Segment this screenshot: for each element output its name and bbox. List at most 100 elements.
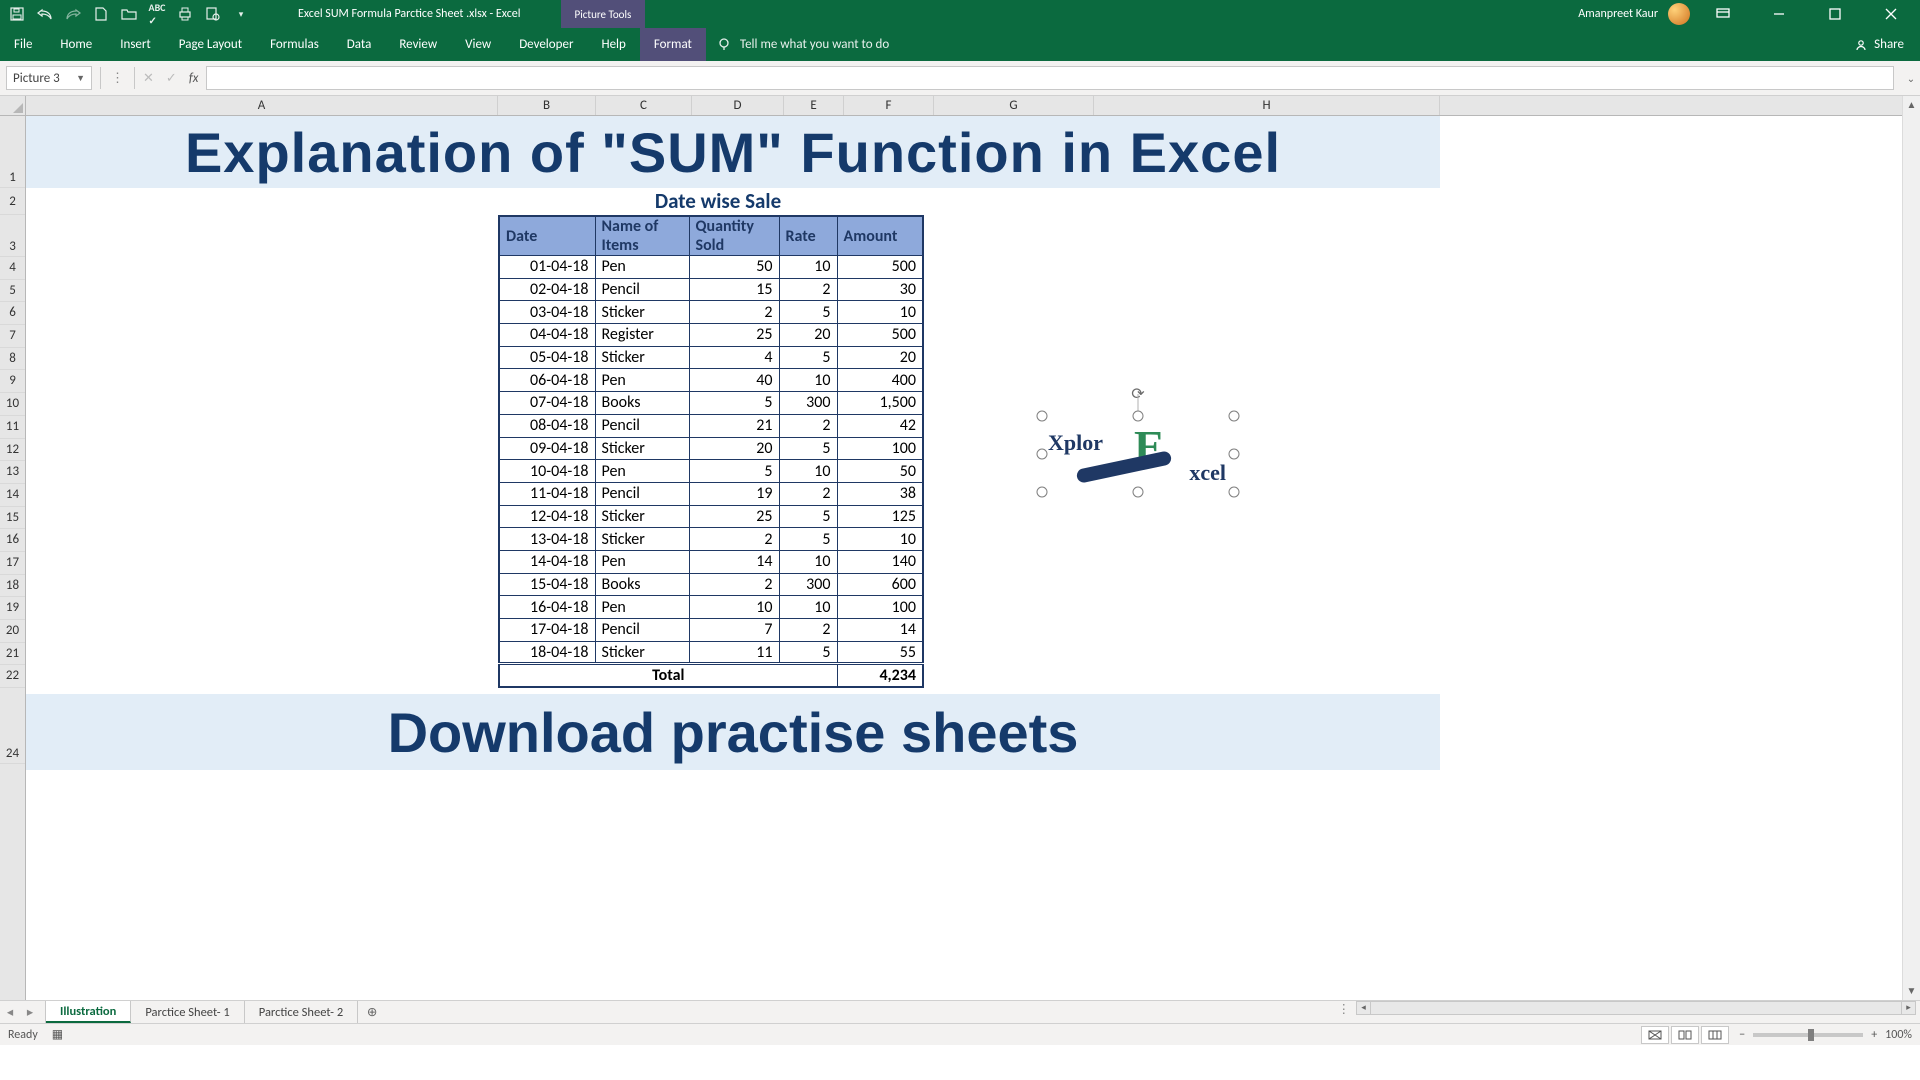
cell-qty[interactable]: 7 xyxy=(689,619,779,642)
cell-amount[interactable]: 20 xyxy=(837,346,923,369)
cell-rate[interactable]: 10 xyxy=(779,256,837,279)
cell-date[interactable]: 10-04-18 xyxy=(499,460,595,483)
spellcheck-icon[interactable]: ABC✓ xyxy=(148,5,166,23)
row-header-21[interactable]: 21 xyxy=(0,643,25,666)
cell-qty[interactable]: 25 xyxy=(689,505,779,528)
minimize-icon[interactable] xyxy=(1756,0,1802,28)
sheet-nav-next-icon[interactable]: ▸ xyxy=(20,1001,40,1023)
cell-amount[interactable]: 400 xyxy=(837,369,923,392)
cell-item[interactable]: Pen xyxy=(595,460,689,483)
scroll-left-icon[interactable]: ◂ xyxy=(1357,1002,1371,1014)
cell-qty[interactable]: 2 xyxy=(689,573,779,596)
cell-date[interactable]: 12-04-18 xyxy=(499,505,595,528)
tell-me[interactable]: Tell me what you want to do xyxy=(716,37,889,53)
sheet-tab-parctice-sheet-1[interactable]: Parctice Sheet- 1 xyxy=(131,1001,244,1023)
cell-rate[interactable]: 2 xyxy=(779,619,837,642)
cell-item[interactable]: Pen xyxy=(595,550,689,573)
cell-amount[interactable]: 30 xyxy=(837,278,923,301)
row-header-13[interactable]: 13 xyxy=(0,461,25,484)
cell-amount[interactable]: 1,500 xyxy=(837,392,923,415)
close-icon[interactable] xyxy=(1868,0,1914,28)
cell-rate[interactable]: 5 xyxy=(779,346,837,369)
cell-item[interactable]: Register xyxy=(595,324,689,347)
column-header-E[interactable]: E xyxy=(784,96,844,115)
cell-rate[interactable]: 300 xyxy=(779,392,837,415)
expand-formula-bar-icon[interactable]: ⌄ xyxy=(1902,72,1920,85)
row-header-8[interactable]: 8 xyxy=(0,348,25,371)
column-header-H[interactable]: H xyxy=(1094,96,1440,115)
cell-date[interactable]: 16-04-18 xyxy=(499,596,595,619)
cell-qty[interactable]: 25 xyxy=(689,324,779,347)
scroll-right-icon[interactable]: ▸ xyxy=(1901,1002,1915,1014)
cell-rate[interactable]: 10 xyxy=(779,369,837,392)
cell-item[interactable]: Sticker xyxy=(595,437,689,460)
scroll-down-icon[interactable]: ▼ xyxy=(1903,982,1920,1000)
ribbon-tab-insert[interactable]: Insert xyxy=(106,28,165,61)
cell-amount[interactable]: 38 xyxy=(837,482,923,505)
sheet-nav-prev-icon[interactable]: ◂ xyxy=(0,1001,20,1023)
cell-qty[interactable]: 11 xyxy=(689,641,779,664)
cell-date[interactable]: 11-04-18 xyxy=(499,482,595,505)
zoom-percent[interactable]: 100% xyxy=(1885,1028,1912,1042)
column-header-G[interactable]: G xyxy=(934,96,1094,115)
cell-rate[interactable]: 300 xyxy=(779,573,837,596)
cell-date[interactable]: 17-04-18 xyxy=(499,619,595,642)
ribbon-tab-home[interactable]: Home xyxy=(46,28,106,61)
column-headers[interactable]: ABCDEFGH xyxy=(26,96,1920,116)
maximize-icon[interactable] xyxy=(1812,0,1858,28)
cell-amount[interactable]: 600 xyxy=(837,573,923,596)
macro-record-icon[interactable]: ▦ xyxy=(52,1027,63,1042)
cell-rate[interactable]: 10 xyxy=(779,460,837,483)
cell-rate[interactable]: 5 xyxy=(779,641,837,664)
ribbon-tab-developer[interactable]: Developer xyxy=(505,28,587,61)
print-preview-icon[interactable] xyxy=(204,5,222,23)
cell-date[interactable]: 06-04-18 xyxy=(499,369,595,392)
cell-amount[interactable]: 100 xyxy=(837,437,923,460)
column-header-F[interactable]: F xyxy=(844,96,934,115)
cell-date[interactable]: 08-04-18 xyxy=(499,414,595,437)
cell-item[interactable]: Pen xyxy=(595,369,689,392)
row-header-10[interactable]: 10 xyxy=(0,393,25,416)
cancel-entry-icon[interactable]: ✕ xyxy=(143,71,154,86)
cell-qty[interactable]: 50 xyxy=(689,256,779,279)
row-header-18[interactable]: 18 xyxy=(0,575,25,598)
column-header-D[interactable]: D xyxy=(692,96,784,115)
cell-date[interactable]: 13-04-18 xyxy=(499,528,595,551)
cell-item[interactable]: Sticker xyxy=(595,505,689,528)
confirm-entry-icon[interactable]: ✓ xyxy=(166,71,177,86)
scroll-up-icon[interactable]: ▲ xyxy=(1903,96,1920,114)
row-header-14[interactable]: 14 xyxy=(0,484,25,507)
ribbon-tab-view[interactable]: View xyxy=(451,28,505,61)
cell-date[interactable]: 03-04-18 xyxy=(499,301,595,324)
qat-customize-icon[interactable]: ▾ xyxy=(232,5,250,23)
cell-rate[interactable]: 10 xyxy=(779,596,837,619)
insert-function-icon[interactable]: fx xyxy=(189,71,199,86)
cell-amount[interactable]: 500 xyxy=(837,324,923,347)
ribbon-tab-review[interactable]: Review xyxy=(385,28,451,61)
cell-qty[interactable]: 2 xyxy=(689,528,779,551)
row-header-5[interactable]: 5 xyxy=(0,280,25,303)
cell-date[interactable]: 07-04-18 xyxy=(499,392,595,415)
column-header-B[interactable]: B xyxy=(498,96,596,115)
cell-amount[interactable]: 50 xyxy=(837,460,923,483)
cell-rate[interactable]: 5 xyxy=(779,437,837,460)
name-box-dropdown-icon[interactable]: ▼ xyxy=(76,73,85,84)
row-header-9[interactable]: 9 xyxy=(0,370,25,393)
user-avatar[interactable] xyxy=(1668,3,1690,25)
name-box[interactable]: Picture 3 ▼ xyxy=(6,66,92,90)
cell-amount[interactable]: 100 xyxy=(837,596,923,619)
column-header-A[interactable]: A xyxy=(26,96,498,115)
row-header-1[interactable]: 1 xyxy=(0,116,25,188)
cell-qty[interactable]: 19 xyxy=(689,482,779,505)
cell-qty[interactable]: 20 xyxy=(689,437,779,460)
selected-picture[interactable]: ⟳ Xplor E xcel xyxy=(1042,416,1234,492)
cell-qty[interactable]: 40 xyxy=(689,369,779,392)
cell-rate[interactable]: 2 xyxy=(779,482,837,505)
page-layout-view-icon[interactable] xyxy=(1671,1026,1699,1044)
cell-qty[interactable]: 4 xyxy=(689,346,779,369)
row-header-7[interactable]: 7 xyxy=(0,325,25,348)
row-headers[interactable]: 1234567891011121314151617181920212224 xyxy=(0,96,26,1000)
cell-qty[interactable]: 5 xyxy=(689,392,779,415)
row-header-24[interactable]: 24 xyxy=(0,688,25,764)
cell-date[interactable]: 14-04-18 xyxy=(499,550,595,573)
